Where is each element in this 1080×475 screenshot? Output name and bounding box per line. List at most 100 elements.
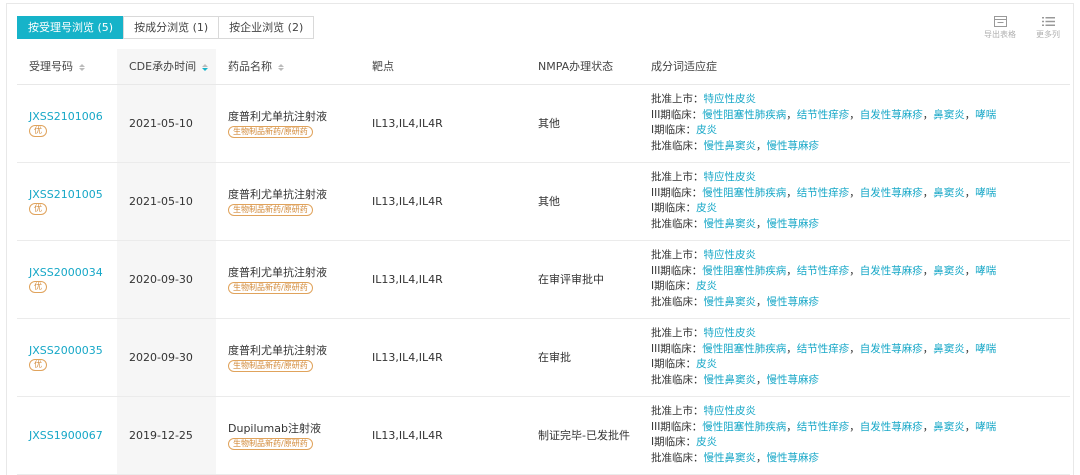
indication-link[interactable]: 哮喘 — [975, 265, 996, 277]
cell-indications: 批准上市：特应性皮炎 III期临床：慢性阻塞性肺疾病，结节性痒疹，自发性荨麻疹，鼻… — [639, 396, 1070, 475]
cell-nmpa-status: 其他 — [526, 84, 639, 163]
indication-link[interactable]: 特应性皮炎 — [704, 93, 757, 105]
indication-link[interactable]: 慢性荨麻疹 — [767, 452, 820, 464]
indication-link[interactable]: 自发性荨麻疹 — [860, 109, 923, 121]
header-accept-no[interactable]: 受理号码 — [17, 49, 117, 85]
table-toolbar: 导出表格 更多列 — [983, 14, 1065, 40]
indication-link[interactable]: 慢性鼻窦炎 — [704, 140, 757, 152]
indication-link[interactable]: 皮炎 — [696, 358, 717, 370]
sort-icon[interactable] — [79, 63, 85, 72]
indication-link[interactable]: 皮炎 — [696, 124, 717, 136]
header-target: 靶点 — [360, 49, 526, 85]
indication-line: 批准临床：慢性鼻窦炎，慢性荨麻疹 — [651, 217, 820, 230]
indication-link[interactable]: 哮喘 — [975, 109, 996, 121]
indication-link[interactable]: 结节性痒疹 — [797, 343, 850, 355]
phase-label: 批准上市： — [651, 405, 704, 417]
more-columns-label: 更多列 — [1036, 30, 1060, 39]
indication-link[interactable]: 鼻窦炎 — [933, 265, 965, 277]
indication-link[interactable]: 慢性鼻窦炎 — [704, 296, 757, 308]
sort-icon[interactable] — [278, 63, 284, 72]
more-columns-button[interactable]: 更多列 — [1031, 14, 1065, 40]
indication-link[interactable]: 慢性阻塞性肺疾病 — [702, 265, 786, 277]
indication-link[interactable]: 慢性鼻窦炎 — [704, 452, 757, 464]
indication-link[interactable]: 鼻窦炎 — [933, 421, 965, 433]
phase-label: 批准临床： — [651, 217, 704, 230]
indication-line: 批准临床：慢性鼻窦炎，慢性荨麻疹 — [651, 295, 820, 308]
indication-link[interactable]: 鼻窦炎 — [933, 187, 965, 199]
table-row: JXSS2101005 优 2021-05-10 度普利尤单抗注射液 生物制品新药/原研… — [17, 162, 1070, 241]
indication-link[interactable]: 慢性阻塞性肺疾病 — [702, 109, 786, 121]
indication-line: 批准上市：特应性皮炎 — [651, 404, 1070, 420]
phase-label: I期临床： — [651, 280, 697, 292]
indication-link[interactable]: 自发性荨麻疹 — [860, 343, 923, 355]
indication-line: I期临床：皮炎 — [651, 201, 1070, 217]
indication-line: III期临床：慢性阻塞性肺疾病，结节性痒疹，自发性荨麻疹，鼻窦炎，哮喘 — [651, 264, 997, 277]
indication-link[interactable]: 慢性荨麻疹 — [767, 140, 820, 152]
indication-link[interactable]: 哮喘 — [975, 421, 996, 433]
indication-link[interactable]: 慢性鼻窦炎 — [704, 218, 757, 230]
phase-label: 批准临床： — [651, 295, 704, 308]
indication-link[interactable]: 结节性痒疹 — [797, 421, 850, 433]
indication-link[interactable]: 结节性痒疹 — [797, 187, 850, 199]
results-table: 受理号码 CDE承办时间 药品名称 靶点 NMPA办理状态 成分词适应症 JXS… — [17, 49, 1070, 475]
tab-by-accept-no[interactable]: 按受理号浏览 (5) — [17, 16, 125, 39]
indication-line: I期临床：皮炎 — [651, 123, 1070, 139]
drug-name: 度普利尤单抗注射液 — [228, 110, 327, 123]
indication-link[interactable]: 慢性阻塞性肺疾病 — [702, 343, 786, 355]
sort-icon[interactable] — [202, 63, 209, 72]
accept-no-link[interactable]: JXSS2000035 — [29, 344, 103, 357]
cell-nmpa-status: 在审批 — [526, 318, 639, 397]
tab-by-company[interactable]: 按企业浏览 (2) — [218, 16, 315, 39]
drug-type-tag: 生物制品新药/原研药 — [228, 204, 313, 216]
export-table-button[interactable]: 导出表格 — [983, 14, 1017, 40]
header-cde-time[interactable]: CDE承办时间 — [117, 49, 216, 85]
indication-link[interactable]: 慢性荨麻疹 — [767, 296, 820, 308]
indication-line: III期临床：慢性阻塞性肺疾病，结节性痒疹，自发性荨麻疹，鼻窦炎，哮喘 — [651, 108, 997, 121]
accept-no-link[interactable]: JXSS1900067 — [29, 429, 103, 442]
indication-link[interactable]: 特应性皮炎 — [704, 405, 757, 417]
indication-link[interactable]: 慢性阻塞性肺疾病 — [702, 421, 786, 433]
accept-no-link[interactable]: JXSS2000034 — [29, 266, 103, 279]
indication-link[interactable]: 哮喘 — [975, 343, 996, 355]
indication-link[interactable]: 结节性痒疹 — [797, 265, 850, 277]
indication-link[interactable]: 鼻窦炎 — [933, 109, 965, 121]
table-header: 受理号码 CDE承办时间 药品名称 靶点 NMPA办理状态 成分词适应症 — [17, 49, 1070, 85]
indication-link[interactable]: 慢性荨麻疹 — [767, 218, 820, 230]
indication-link[interactable]: 皮炎 — [696, 436, 717, 448]
export-icon — [983, 14, 1017, 28]
indication-link[interactable]: 特应性皮炎 — [704, 327, 757, 339]
indication-link[interactable]: 慢性荨麻疹 — [767, 374, 820, 386]
indication-link[interactable]: 自发性荨麻疹 — [860, 187, 923, 199]
cell-indications: 批准上市：特应性皮炎 III期临床：慢性阻塞性肺疾病，结节性痒疹，自发性荨麻疹，鼻… — [639, 162, 1070, 241]
header-indications: 成分词适应症 — [639, 49, 1070, 85]
accept-no-link[interactable]: JXSS2101006 — [29, 110, 103, 123]
indication-link[interactable]: 皮炎 — [696, 202, 717, 214]
indication-link[interactable]: 皮炎 — [696, 280, 717, 292]
accept-no-link[interactable]: JXSS2101005 — [29, 188, 103, 201]
indication-line: 批准临床：慢性鼻窦炎，慢性荨麻疹 — [651, 373, 820, 386]
tab-by-ingredient[interactable]: 按成分浏览 (1) — [123, 16, 220, 39]
header-drug-name[interactable]: 药品名称 — [216, 49, 360, 85]
indication-line: III期临床：慢性阻塞性肺疾病，结节性痒疹，自发性荨麻疹，鼻窦炎，哮喘 — [651, 186, 997, 199]
indication-link[interactable]: 自发性荨麻疹 — [860, 421, 923, 433]
export-label: 导出表格 — [984, 30, 1016, 39]
cell-drug-name: Dupilumab注射液 生物制品新药/原研药 — [216, 396, 360, 475]
phase-label: III期临床： — [651, 186, 703, 199]
drug-type-tag: 生物制品新药/原研药 — [228, 126, 313, 138]
table-row: JXSS1900067 2019-12-25 Dupilumab注射液 生物制品新药/… — [17, 396, 1070, 475]
indication-link[interactable]: 结节性痒疹 — [797, 109, 850, 121]
phase-label: I期临床： — [651, 202, 697, 214]
indication-link[interactable]: 特应性皮炎 — [704, 249, 757, 261]
indication-line: 批准上市：特应性皮炎 — [651, 248, 1070, 264]
indication-link[interactable]: 特应性皮炎 — [704, 171, 757, 183]
cell-nmpa-status: 制证完毕-已发批件 — [526, 396, 639, 475]
indication-line: 批准上市：特应性皮炎 — [651, 170, 1070, 186]
indication-line: III期临床：慢性阻塞性肺疾病，结节性痒疹，自发性荨麻疹，鼻窦炎，哮喘 — [651, 342, 997, 355]
indication-link[interactable]: 慢性阻塞性肺疾病 — [702, 187, 786, 199]
drug-name: 度普利尤单抗注射液 — [228, 344, 327, 357]
indication-link[interactable]: 自发性荨麻疹 — [860, 265, 923, 277]
indication-link[interactable]: 鼻窦炎 — [933, 343, 965, 355]
priority-badge: 优 — [29, 358, 47, 371]
indication-link[interactable]: 慢性鼻窦炎 — [704, 374, 757, 386]
indication-link[interactable]: 哮喘 — [975, 187, 996, 199]
